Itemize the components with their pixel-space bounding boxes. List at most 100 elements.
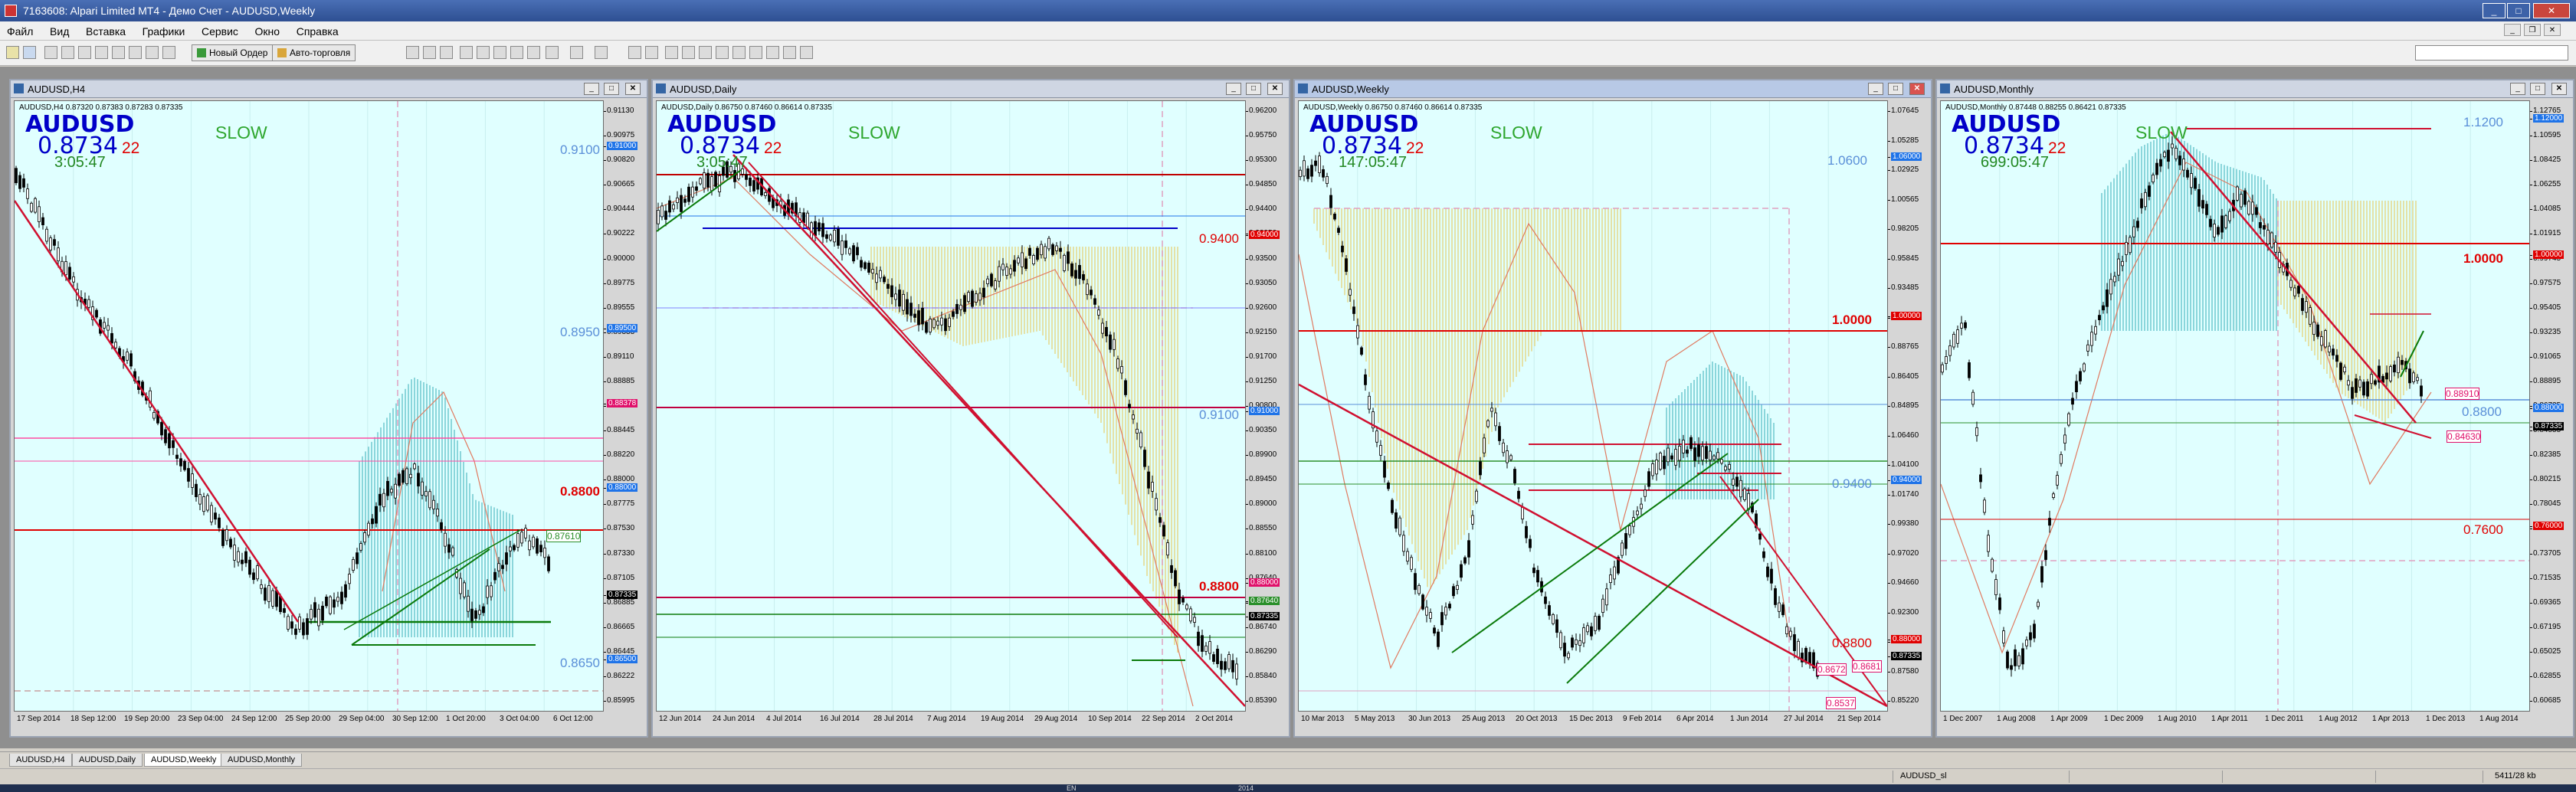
price-axis[interactable]: 1.12765 1.10595 1.08425 1.06255 1.04085 1.019…: [2529, 100, 2571, 710]
chart-canvas[interactable]: [1941, 101, 2529, 711]
chart-maximize-button[interactable]: □: [604, 83, 619, 95]
price-tick-label: 0.89775: [603, 278, 635, 287]
bar-chart-icon[interactable]: [406, 46, 419, 59]
menu-charts[interactable]: Графики: [136, 21, 192, 40]
indicators-icon[interactable]: [546, 46, 559, 59]
chart-close-button[interactable]: ✕: [1267, 83, 1283, 95]
cursor-icon[interactable]: [628, 46, 641, 59]
chart-window-title-bar[interactable]: AUDUSD,Weekly _ □ ✕: [1295, 80, 1931, 98]
maximize-button[interactable]: □: [2507, 3, 2530, 18]
channel-icon[interactable]: [716, 46, 729, 59]
history-icon[interactable]: [162, 46, 175, 59]
chart-minimize-button[interactable]: _: [584, 83, 599, 95]
navigator-icon[interactable]: [78, 46, 91, 59]
chart-window-title-bar[interactable]: AUDUSD,Monthly _ □ ✕: [1937, 80, 2573, 98]
price-axis[interactable]: 0.962000.957500.953000.948500.944000.939…: [1245, 100, 1287, 710]
price-tick-label: 0.86885: [603, 597, 635, 607]
tile-windows-icon[interactable]: [493, 46, 506, 59]
zoom-out-icon[interactable]: [477, 46, 490, 59]
chart-minimize-button[interactable]: _: [1226, 83, 1241, 95]
candle-body: [1306, 168, 1309, 179]
menu-window[interactable]: Окно: [248, 21, 287, 40]
time-axis[interactable]: 1 Dec 2007 1 Aug 2008 1 Apr 2009 1 Dec 2009…: [1940, 712, 2528, 725]
periods-icon[interactable]: [570, 46, 583, 59]
price-axis[interactable]: 1.07645 1.05285 1.02925 1.00565 0.98205 0.958…: [1887, 100, 1929, 710]
autoscroll-icon[interactable]: [510, 46, 523, 59]
price-axis[interactable]: 0.91130 0.90975 0.90820 0.90665 0.90444 0.902…: [603, 100, 645, 710]
search-input[interactable]: [2415, 45, 2568, 61]
profiles-icon[interactable]: [23, 46, 36, 59]
chart-maximize-button[interactable]: □: [1246, 83, 1261, 95]
chart-window-title-bar[interactable]: AUDUSD,Daily _ □ ✕: [653, 80, 1289, 98]
line-chart-icon[interactable]: [440, 46, 453, 59]
chart-canvas[interactable]: [15, 101, 603, 711]
templates-icon[interactable]: [595, 46, 608, 59]
candle-body: [482, 606, 485, 614]
tools-icon[interactable]: [129, 46, 142, 59]
vertical-line-icon[interactable]: [665, 46, 678, 59]
candle-body: [1235, 663, 1238, 679]
language-indicator[interactable]: EN: [1067, 784, 1077, 792]
chart-close-button[interactable]: ✕: [625, 83, 641, 95]
menu-help[interactable]: Справка: [290, 21, 346, 40]
tab-audusd-monthly[interactable]: AUDUSD,Monthly: [221, 754, 303, 767]
candle-body: [505, 552, 508, 565]
time-tick-label: 4 Jul 2014: [766, 715, 802, 723]
text-icon[interactable]: [749, 46, 762, 59]
menu-tools[interactable]: Сервис: [195, 21, 245, 40]
time-tick-label: 30 Sep 12:00: [392, 715, 438, 723]
mdi-restore-button[interactable]: ❐: [2524, 24, 2541, 36]
tab-audusd-daily[interactable]: AUDUSD,Daily: [72, 754, 143, 767]
candle-body: [1139, 432, 1142, 447]
candlestick-icon[interactable]: [423, 46, 436, 59]
mdi-close-button[interactable]: ✕: [2544, 24, 2561, 36]
mdi-minimize-button[interactable]: _: [2504, 24, 2521, 36]
chart-close-button[interactable]: ✕: [2551, 83, 2567, 95]
chart-window-h4[interactable]: AUDUSD,H4 _ □ ✕ AUDUSD,H4 0.87320 0.8738…: [9, 79, 648, 738]
new-chart-icon[interactable]: [6, 46, 19, 59]
text-label-icon[interactable]: [766, 46, 779, 59]
price-chart-weekly[interactable]: AUDUSD,Weekly 0.86750 0.87460 0.86614 0.…: [1298, 100, 1888, 712]
autotrading-button[interactable]: Авто-торговля: [272, 44, 356, 61]
price-chart-h4[interactable]: AUDUSD,H4 0.87320 0.87383 0.87283 0.8733…: [14, 100, 604, 712]
terminal-icon[interactable]: [95, 46, 108, 59]
chart-window-monthly[interactable]: AUDUSD,Monthly _ □ ✕ AUDUSD,Monthly 0.87…: [1935, 79, 2574, 738]
tester-icon[interactable]: [112, 46, 125, 59]
minimize-button[interactable]: _: [2483, 3, 2506, 18]
chart-minimize-button[interactable]: _: [2510, 83, 2525, 95]
price-tag: 0.87640: [1245, 597, 1280, 605]
data-window-icon[interactable]: [61, 46, 74, 59]
chart-window-daily[interactable]: AUDUSD,Daily _ □ ✕ AUDUSD,Daily 0.86750 …: [651, 79, 1290, 738]
trendline-icon[interactable]: [699, 46, 712, 59]
zoom-in-icon[interactable]: [460, 46, 473, 59]
menu-view[interactable]: Вид: [43, 21, 76, 40]
menu-insert[interactable]: Вставка: [79, 21, 133, 40]
tab-audusd-h4[interactable]: AUDUSD,H4: [9, 754, 72, 767]
options-icon[interactable]: [146, 46, 159, 59]
chart-window-weekly[interactable]: AUDUSD,Weekly _ □ ✕ AUDUSD,Weekly 0.8675…: [1293, 79, 1932, 738]
chart-canvas[interactable]: [1299, 101, 1887, 711]
time-axis[interactable]: 12 Jun 2014 24 Jun 2014 4 Jul 2014 16 Jul 2…: [656, 712, 1244, 725]
fibonacci-icon[interactable]: [732, 46, 746, 59]
new-order-button[interactable]: Новый Ордер: [192, 44, 274, 61]
chart-maximize-button[interactable]: □: [2530, 83, 2545, 95]
horizontal-line-icon[interactable]: [682, 46, 695, 59]
time-axis[interactable]: 17 Sep 2014 18 Sep 12:00 19 Sep 20:00 23 Se…: [14, 712, 602, 725]
chart-canvas[interactable]: [657, 101, 1245, 711]
candle-body: [2182, 159, 2185, 171]
chart-shift-icon[interactable]: [527, 46, 540, 59]
objects-menu-icon[interactable]: [800, 46, 813, 59]
chart-window-title-bar[interactable]: AUDUSD,H4 _ □ ✕: [11, 80, 647, 98]
price-chart-monthly[interactable]: AUDUSD,Monthly 0.87448 0.88255 0.86421 0…: [1940, 100, 2530, 712]
arrows-icon[interactable]: [783, 46, 796, 59]
close-button[interactable]: ✕: [2533, 3, 2570, 18]
menu-file[interactable]: Файл: [0, 21, 40, 40]
chart-maximize-button[interactable]: □: [1888, 83, 1903, 95]
chart-close-button[interactable]: ✕: [1909, 83, 1925, 95]
tab-audusd-weekly[interactable]: AUDUSD,Weekly: [144, 754, 224, 767]
crosshair-icon[interactable]: [645, 46, 658, 59]
market-watch-icon[interactable]: [44, 46, 57, 59]
chart-minimize-button[interactable]: _: [1868, 83, 1883, 95]
time-axis[interactable]: 10 Mar 2013 5 May 2013 30 Jun 2013 25 Aug 2…: [1298, 712, 1886, 725]
price-chart-daily[interactable]: AUDUSD,Daily 0.86750 0.87460 0.86614 0.8…: [656, 100, 1246, 712]
